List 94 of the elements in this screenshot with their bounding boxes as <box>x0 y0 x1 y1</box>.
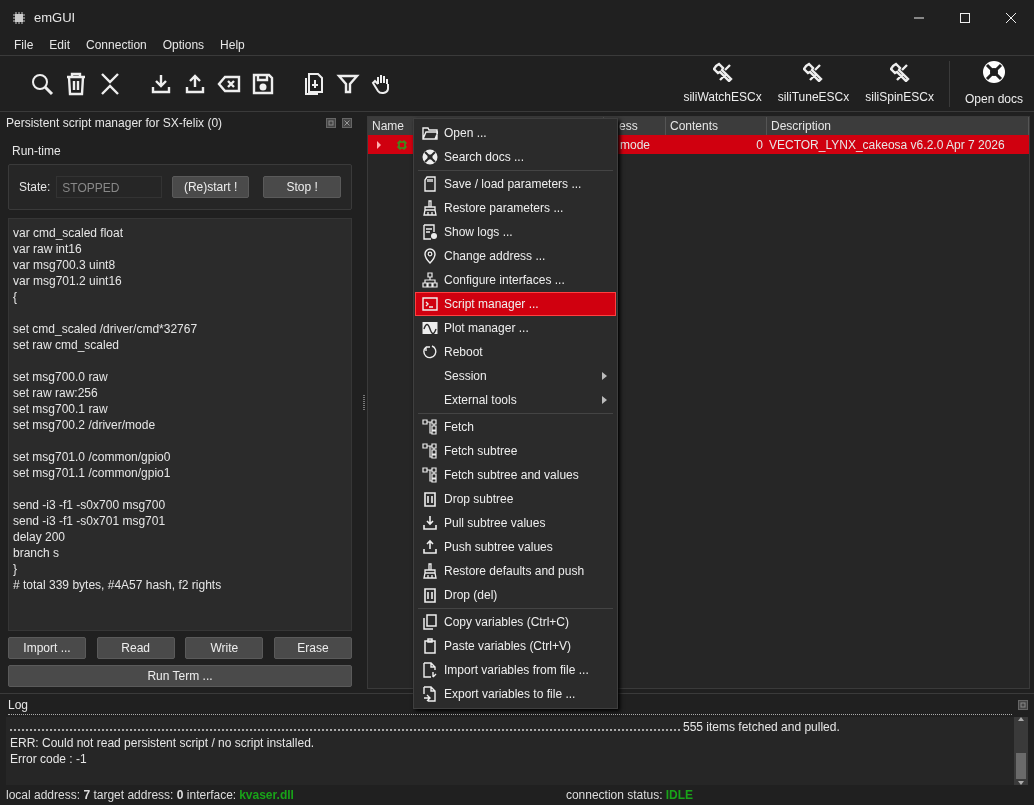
memory-card-icon <box>422 176 438 192</box>
log-title: Log <box>8 697 29 714</box>
scroll-down-icon[interactable] <box>1018 781 1024 785</box>
upload-icon <box>422 539 438 555</box>
run-term-button[interactable]: Run Term ... <box>8 665 352 687</box>
menu-item[interactable]: Connection <box>78 36 155 55</box>
menu-item[interactable]: Export variables to file ... <box>415 682 616 706</box>
tools-icon <box>803 61 824 82</box>
menu-item[interactable]: Push subtree values <box>415 535 616 559</box>
tree-icon <box>422 419 438 435</box>
connection-status: IDLE <box>665 787 693 804</box>
menu-item[interactable]: Copy variables (Ctrl+C) <box>415 610 616 634</box>
menu-item[interactable]: Restore defaults and push <box>415 559 616 583</box>
menu-item[interactable]: Options <box>154 36 213 55</box>
expand-arrow-icon[interactable] <box>376 140 382 149</box>
script-button[interactable]: Read <box>96 637 175 659</box>
log-line: Error code : -1 <box>10 751 88 767</box>
tree-cell: 0 <box>756 137 763 152</box>
log-line: ERR: Could not read persistent script / no script installed. <box>10 735 316 751</box>
file-import-icon <box>422 662 438 678</box>
menu-item[interactable]: Fetch <box>415 415 616 439</box>
broom-icon <box>422 200 438 216</box>
menu-item[interactable]: Edit <box>41 36 79 55</box>
script-button[interactable]: Import ... <box>8 637 86 659</box>
menu-item[interactable]: Fetch subtree and values <box>415 463 616 487</box>
docs-icon <box>422 149 438 165</box>
menu-item[interactable]: Reboot <box>415 340 616 364</box>
menu-item[interactable]: Session <box>415 364 616 388</box>
menu-item[interactable]: Import variables from file ... <box>415 658 616 682</box>
panel-title: Persistent script manager for SX-felix (0) <box>6 115 223 132</box>
log-icon <box>422 224 438 240</box>
menu-item[interactable]: Help <box>212 36 253 55</box>
menu-item[interactable]: Save / load parameters ... <box>415 172 616 196</box>
tree-cell: mode <box>620 137 651 152</box>
menu-item[interactable]: Drop (del) <box>415 583 616 607</box>
location-pin-icon <box>422 248 438 264</box>
window-title: emGUI <box>34 9 76 28</box>
reboot-icon <box>422 344 438 360</box>
scroll-up-icon[interactable] <box>1018 717 1024 721</box>
state-field: STOPPED <box>56 176 162 198</box>
add-document-icon[interactable] <box>302 71 326 96</box>
tree-cell: VECTOR_LYNX_cakeosa v6.2.0 Apr 7 2026 <box>769 137 1005 152</box>
network-icon <box>422 272 438 288</box>
broom-icon <box>422 563 438 579</box>
docs-icon <box>981 59 1006 84</box>
menu-item[interactable]: Fetch subtree <box>415 439 616 463</box>
menu-item[interactable]: File <box>6 36 42 55</box>
menu-item[interactable]: Restore parameters ... <box>415 196 616 220</box>
file-export-icon <box>422 686 438 702</box>
status-text: connection status: <box>565 787 663 804</box>
save-icon[interactable] <box>251 71 275 96</box>
state-label: State: <box>19 179 51 196</box>
run-button[interactable]: Stop ! <box>263 176 341 198</box>
status-text: local address: 7 target address: 0 interface: <box>6 787 237 804</box>
menu-item[interactable]: Show logs ... <box>415 220 616 244</box>
script-button[interactable]: Erase <box>273 637 352 659</box>
run-button[interactable]: (Re)start ! <box>171 176 250 198</box>
wave-icon <box>422 320 438 336</box>
menu-item[interactable]: Change address ... <box>415 244 616 268</box>
splitter-handle-icon[interactable] <box>362 394 365 411</box>
script-button[interactable]: Write <box>185 637 264 659</box>
maximize-icon[interactable] <box>960 13 970 23</box>
scrollbar[interactable] <box>1014 717 1028 785</box>
trash-icon[interactable] <box>64 71 88 96</box>
copy-icon <box>422 614 438 630</box>
tree-icon <box>422 467 438 483</box>
menu-item[interactable]: Plot manager ... <box>415 316 616 340</box>
download-icon <box>422 515 438 531</box>
tool-button[interactable]: siliWatchESCx <box>678 61 767 106</box>
terminal-icon <box>422 296 438 312</box>
tool-button[interactable]: siliTuneESCx <box>772 61 855 106</box>
menu-item[interactable]: Pull subtree values <box>415 511 616 535</box>
menu-item[interactable]: Configure interfaces ... <box>415 268 616 292</box>
group-label: Run-time <box>12 143 62 160</box>
search-icon[interactable] <box>30 71 54 96</box>
chip-icon <box>12 11 26 25</box>
tools-icon <box>712 61 733 82</box>
folder-icon <box>422 125 438 141</box>
tree-icon <box>422 443 438 459</box>
docs-button[interactable]: Open docs <box>959 59 1028 108</box>
tool-button[interactable]: siliSpinESCx <box>860 61 939 106</box>
log-line: 555 items fetched and pulled. <box>683 719 840 735</box>
menu-item[interactable]: Script manager ... <box>415 292 616 316</box>
script-editor[interactable]: var cmd_scaled float var raw int16 var msg700.3 uint8 var msg701.2 uint16 { set cmd_scaled /driver/cmd*32767 set raw cmd_scaled set msg700.0 raw set raw raw:256 set msg700.1 raw set msg700.2 /driver/mode set msg701.0 /common/gpio0 set msg701.1 /common/gpio1 send -i3 -f1 -s0x700 msg700 send -i3 -f1 -s0x701 msg701 delay 200 branch s } # total 339 bytes, #4A57 hash, f2 rights <box>8 218 352 631</box>
menu-item[interactable]: Drop subtree <box>415 487 616 511</box>
menu-item[interactable]: Paste variables (Ctrl+V) <box>415 634 616 658</box>
interface-value: kvaser.dll <box>239 787 294 804</box>
collapse-icon[interactable] <box>98 71 122 96</box>
clipboard-icon <box>422 638 438 654</box>
menu-item[interactable]: External tools <box>415 388 616 412</box>
tools-icon <box>889 61 910 82</box>
trash-icon <box>422 491 438 507</box>
trash-icon <box>422 587 438 603</box>
chip-icon <box>396 138 408 151</box>
